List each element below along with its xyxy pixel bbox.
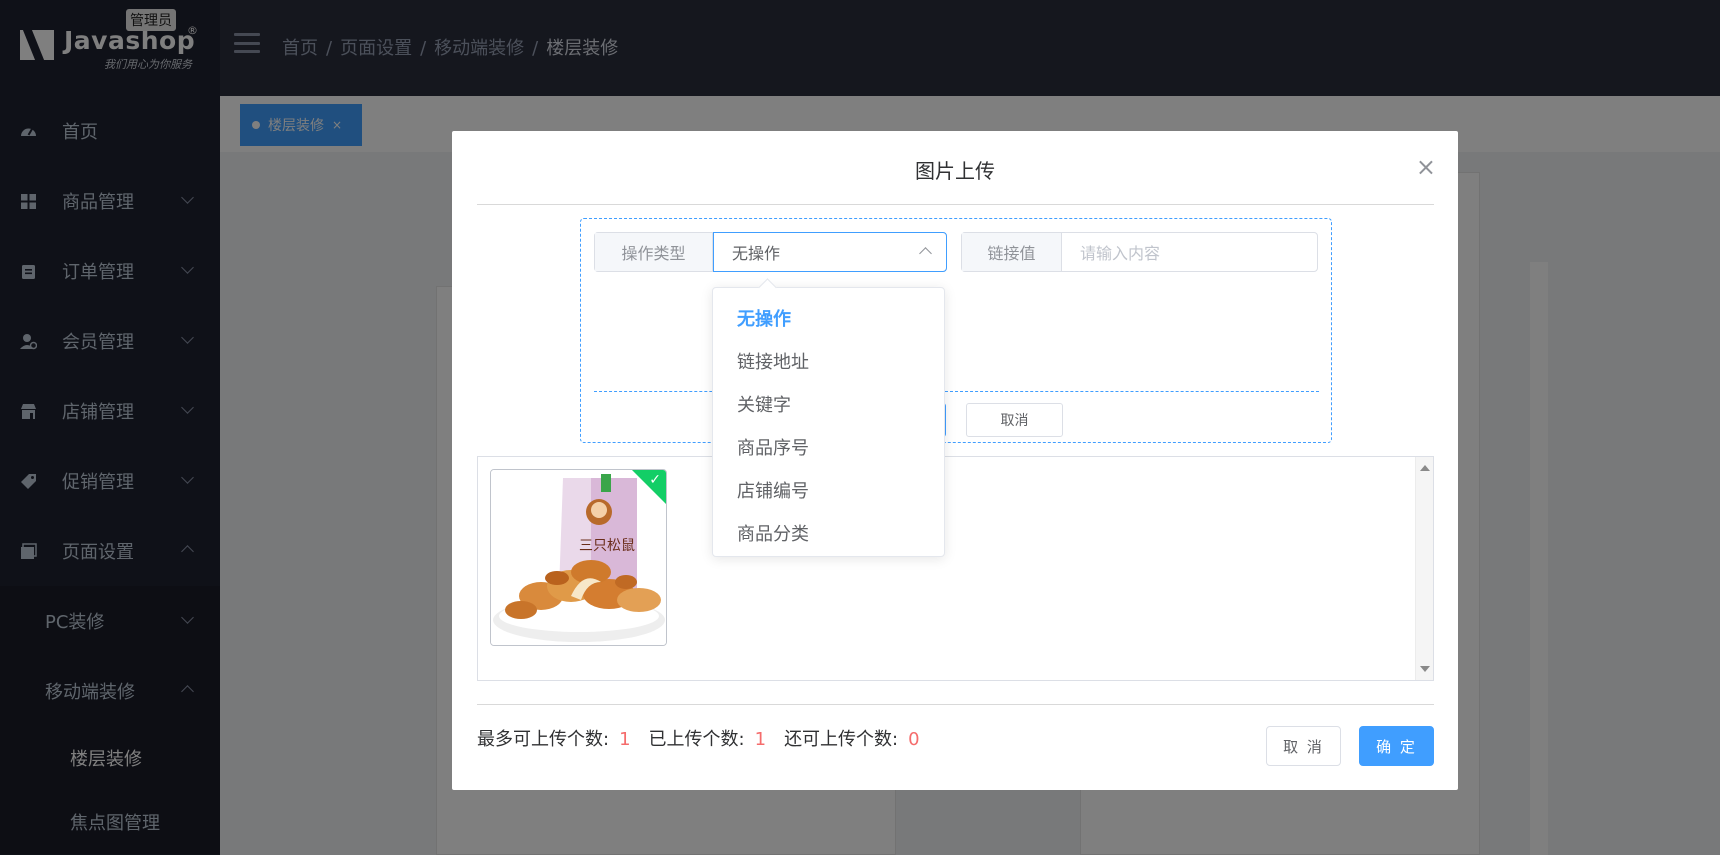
max-upload-value: 1 (619, 729, 631, 750)
close-icon[interactable]: × (1416, 155, 1436, 179)
operation-type-dropdown: 无操作 链接地址 关键字 商品序号 店铺编号 商品分类 (712, 287, 945, 557)
link-value-input[interactable]: 请输入内容 (1062, 233, 1317, 271)
divider (477, 204, 1434, 205)
scroll-down-icon[interactable] (1420, 666, 1430, 672)
svg-text:三只松鼠: 三只松鼠 (579, 538, 635, 554)
upload-stats: 最多可上传个数: 1 已上传个数: 1 还可上传个数: 0 (477, 725, 938, 751)
link-value-group: 链接值 请输入内容 (961, 232, 1318, 272)
operation-type-select[interactable]: 无操作 (713, 232, 947, 272)
max-upload-label: 最多可上传个数: (477, 729, 610, 750)
uploaded-count-value: 1 (754, 729, 767, 750)
uploaded-images-area: 三只松鼠 ✓ (477, 456, 1434, 681)
operation-type-group: 操作类型 无操作 (594, 232, 947, 272)
operation-type-value: 无操作 (732, 244, 781, 263)
image-upload-dialog: 图片上传 × 操作类型 无操作 链接值 请输入内容 取消 三只松鼠 ✓ 最多可上… (452, 131, 1458, 790)
check-icon: ✓ (649, 472, 661, 488)
dropdown-option-goods-category[interactable]: 商品分类 (713, 511, 944, 554)
link-value-label: 链接值 (962, 233, 1062, 271)
remaining-count-label: 还可上传个数: (784, 729, 899, 750)
dropdown-option-shop-id[interactable]: 店铺编号 (713, 468, 944, 511)
scroll-up-icon[interactable] (1420, 465, 1430, 471)
operation-cancel-button[interactable]: 取消 (966, 403, 1063, 437)
dashed-divider (594, 391, 1319, 392)
divider (477, 704, 1434, 705)
chevron-up-icon (919, 247, 932, 260)
cancel-button[interactable]: 取 消 (1266, 726, 1341, 766)
dropdown-option-goods-sn[interactable]: 商品序号 (713, 425, 944, 468)
dropdown-option-no-operation[interactable]: 无操作 (713, 296, 944, 339)
remaining-count-value: 0 (908, 729, 920, 750)
dropdown-option-keyword[interactable]: 关键字 (713, 382, 944, 425)
image-area-scrollbar[interactable] (1415, 457, 1433, 680)
uploaded-count-label: 已上传个数: (648, 729, 745, 750)
confirm-button[interactable]: 确 定 (1359, 726, 1434, 766)
dialog-title: 图片上传 (915, 159, 995, 183)
operation-type-label: 操作类型 (595, 233, 713, 271)
dropdown-option-link[interactable]: 链接地址 (713, 339, 944, 382)
uploaded-image-card[interactable]: 三只松鼠 ✓ (490, 469, 667, 646)
operation-settings-box: 操作类型 无操作 链接值 请输入内容 取消 (580, 218, 1332, 443)
